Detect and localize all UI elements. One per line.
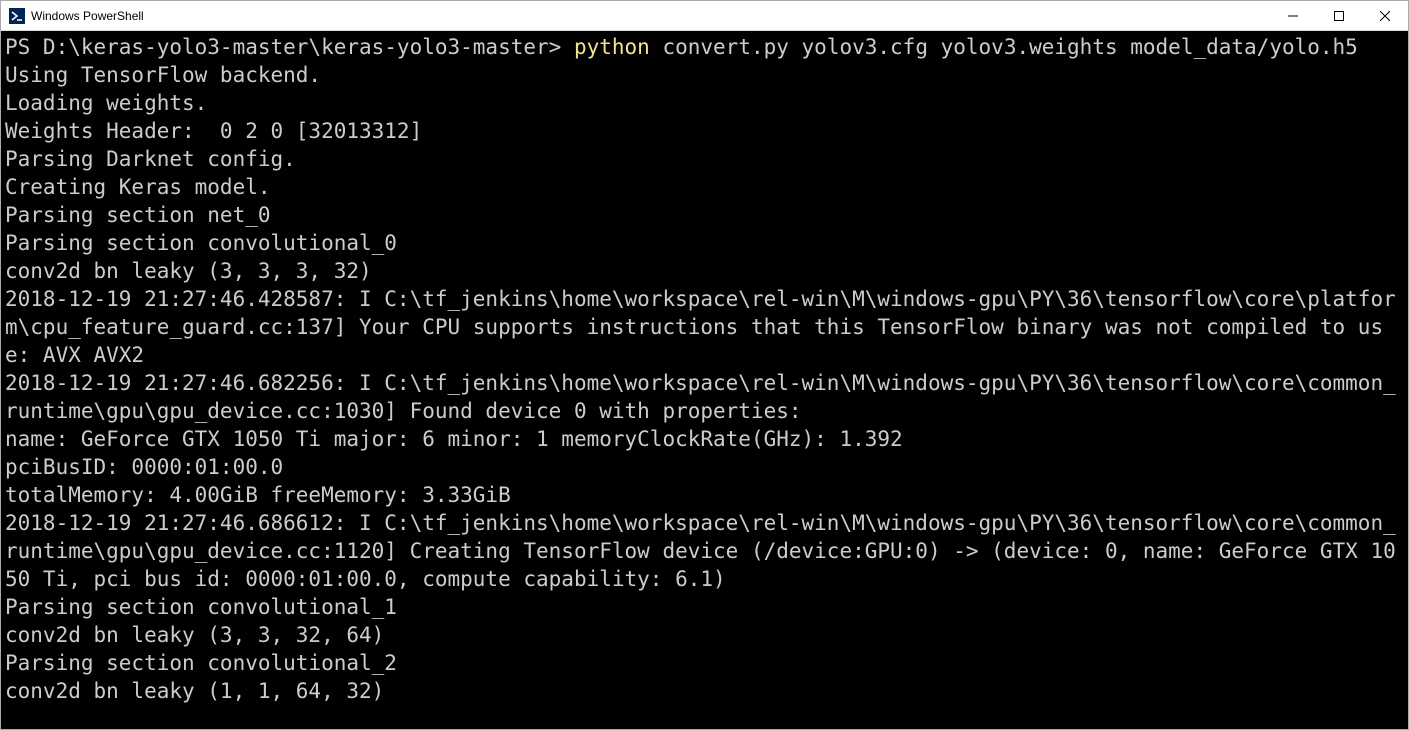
terminal-output[interactable]: PS D:\keras-yolo3-master\keras-yolo3-mas… xyxy=(1,31,1408,729)
output-line: name: GeForce GTX 1050 Ti major: 6 minor… xyxy=(5,427,903,451)
powershell-icon xyxy=(9,8,25,24)
output-line: Parsing section convolutional_0 xyxy=(5,231,397,255)
command-name: python xyxy=(574,35,650,59)
output-line: totalMemory: 4.00GiB freeMemory: 3.33GiB xyxy=(5,483,511,507)
output-line: 2018-12-19 21:27:46.686612: I C:\tf_jenk… xyxy=(5,511,1396,591)
output-line: Parsing section convolutional_1 xyxy=(5,595,397,619)
window-title: Windows PowerShell xyxy=(31,9,1270,23)
maximize-button[interactable] xyxy=(1316,1,1362,30)
output-line: 2018-12-19 21:27:46.428587: I C:\tf_jenk… xyxy=(5,287,1396,367)
output-line: Parsing section net_0 xyxy=(5,203,271,227)
window-controls xyxy=(1270,1,1408,30)
output-line: Using TensorFlow backend. xyxy=(5,63,321,87)
powershell-window: Windows PowerShell PS D:\keras-yolo3-mas… xyxy=(0,0,1409,730)
output-line: pciBusID: 0000:01:00.0 xyxy=(5,455,283,479)
output-line: Creating Keras model. xyxy=(5,175,271,199)
minimize-button[interactable] xyxy=(1270,1,1316,30)
output-line: Weights Header: 0 2 0 [32013312] xyxy=(5,119,422,143)
output-line: conv2d bn leaky (3, 3, 3, 32) xyxy=(5,259,372,283)
prompt-path: PS D:\keras-yolo3-master\keras-yolo3-mas… xyxy=(5,35,574,59)
titlebar[interactable]: Windows PowerShell xyxy=(1,1,1408,31)
output-line: Parsing Darknet config. xyxy=(5,147,296,171)
output-line: conv2d bn leaky (1, 1, 64, 32) xyxy=(5,679,384,703)
close-button[interactable] xyxy=(1362,1,1408,30)
output-line: 2018-12-19 21:27:46.682256: I C:\tf_jenk… xyxy=(5,371,1396,423)
output-line: Loading weights. xyxy=(5,91,207,115)
command-args: convert.py yolov3.cfg yolov3.weights mod… xyxy=(650,35,1358,59)
output-line: conv2d bn leaky (3, 3, 32, 64) xyxy=(5,623,384,647)
output-line: Parsing section convolutional_2 xyxy=(5,651,397,675)
